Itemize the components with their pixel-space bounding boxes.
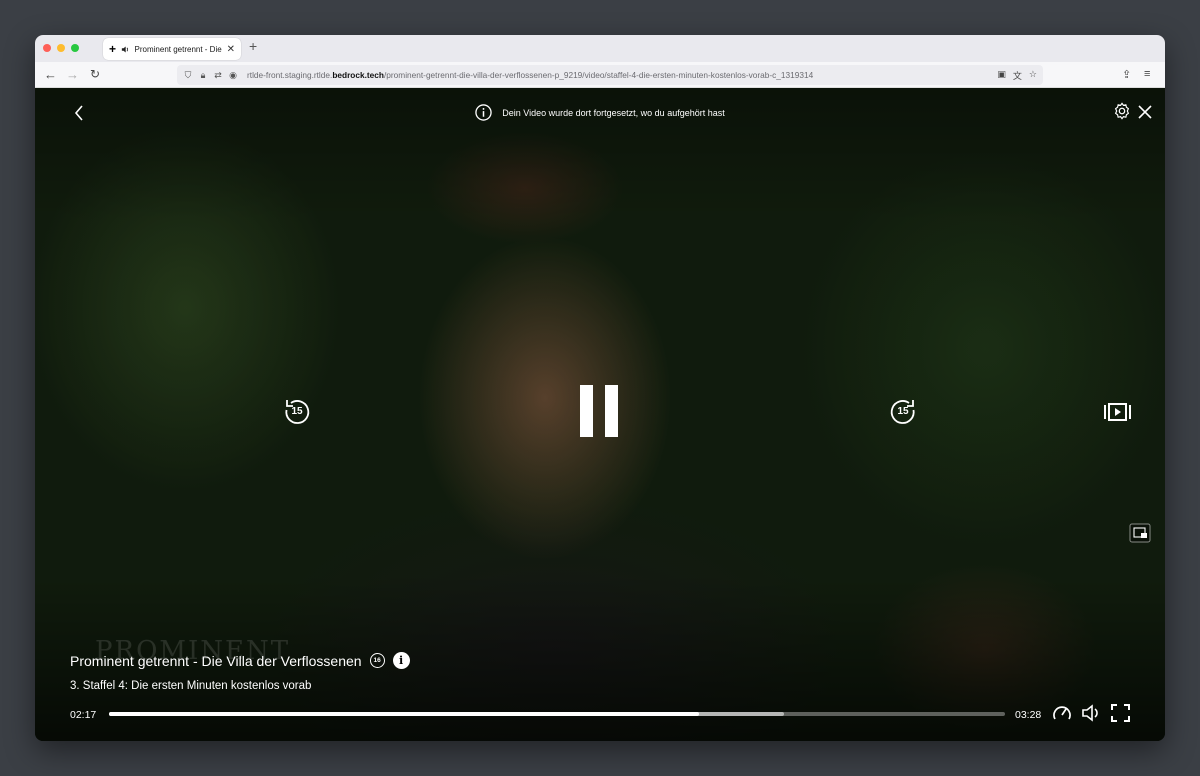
tab-title: Prominent getrennt - Die Villa der Verfl… — [134, 44, 222, 54]
episode-title: 3. Staffel 4: Die ersten Minuten kostenl… — [70, 680, 312, 692]
address-bar-actions: ▣ 文 ☆ — [997, 69, 1037, 82]
browser-toolbar: ← → ↻ ⛉ 🔒︎ ⇄ ◉ rtlde-front.staging.rtlde… — [35, 62, 1165, 88]
forward-button[interactable]: → — [66, 67, 79, 82]
translate-icon[interactable]: 文 — [1013, 69, 1022, 82]
info-button[interactable]: i — [392, 652, 410, 669]
picture-in-picture-icon[interactable] — [1129, 523, 1151, 543]
skip-forward-seconds: 15 — [897, 406, 909, 417]
maximize-window-button[interactable] — [71, 44, 79, 52]
back-button[interactable]: ← — [44, 67, 57, 82]
volume-icon[interactable] — [1081, 704, 1101, 722]
url-text[interactable]: rtlde-front.staging.rtlde.bedrock.tech/p… — [247, 70, 813, 80]
video-player[interactable]: PROMINENT Dein Video wurde dort fortgese… — [35, 88, 1165, 741]
close-player-icon[interactable] — [1138, 105, 1152, 119]
video-title-row: Prominent getrennt - Die Villa der Verfl… — [70, 652, 410, 669]
bookmark-star-icon[interactable]: ☆ — [1029, 69, 1037, 82]
permissions-icon[interactable]: ⇄ — [213, 70, 223, 80]
played-bar — [109, 712, 699, 716]
browser-tab[interactable]: + Prominent getrennt - Die Villa der Ver… — [103, 38, 241, 60]
tracking-protection-icon[interactable]: ⛉ — [183, 70, 193, 80]
settings-gear-icon[interactable] — [1113, 102, 1131, 120]
reload-button[interactable]: ↻ — [90, 67, 100, 81]
pause-icon[interactable] — [578, 385, 620, 437]
address-bar[interactable]: ⛉ 🔒︎ ⇄ ◉ rtlde-front.staging.rtlde.bedro… — [177, 65, 1043, 85]
site-identity-icon[interactable]: ◉ — [228, 70, 238, 80]
progress-bar[interactable] — [109, 712, 1005, 716]
lock-icon[interactable]: 🔒︎ — [198, 70, 208, 80]
age-rating-badge: 16 — [369, 653, 385, 668]
playback-speed-icon[interactable] — [1052, 704, 1072, 722]
fullscreen-icon[interactable] — [1111, 704, 1130, 722]
tab-bar: + Prominent getrennt - Die Villa der Ver… — [35, 35, 1165, 62]
current-time: 02:17 — [70, 709, 97, 721]
new-tab-button[interactable]: + — [249, 38, 257, 54]
speaker-icon — [121, 46, 129, 52]
resume-notice: Dein Video wurde dort fortgesetzt, wo du… — [35, 104, 1165, 121]
browser-window: + Prominent getrennt - Die Villa der Ver… — [35, 35, 1165, 741]
resume-notice-text: Dein Video wurde dort fortgesetzt, wo du… — [502, 107, 725, 118]
show-title: Prominent getrennt - Die Villa der Verfl… — [70, 652, 362, 669]
skip-back-button[interactable]: 15 — [283, 398, 311, 426]
next-episode-icon[interactable] — [1104, 403, 1131, 421]
minimize-window-button[interactable] — [57, 44, 65, 52]
site-favicon-icon: + — [109, 42, 117, 56]
info-circle-icon — [475, 104, 492, 121]
window-controls — [43, 44, 79, 52]
skip-back-seconds: 15 — [291, 406, 303, 417]
duration: 03:28 — [1015, 709, 1042, 721]
reader-view-icon[interactable]: ▣ — [997, 69, 1006, 82]
extensions-icon[interactable]: ⇪ — [1122, 68, 1131, 81]
skip-forward-button[interactable]: 15 — [889, 398, 917, 426]
close-window-button[interactable] — [43, 44, 51, 52]
menu-icon[interactable]: ≡ — [1144, 68, 1150, 80]
tab-close-icon[interactable]: ✕ — [227, 44, 235, 55]
